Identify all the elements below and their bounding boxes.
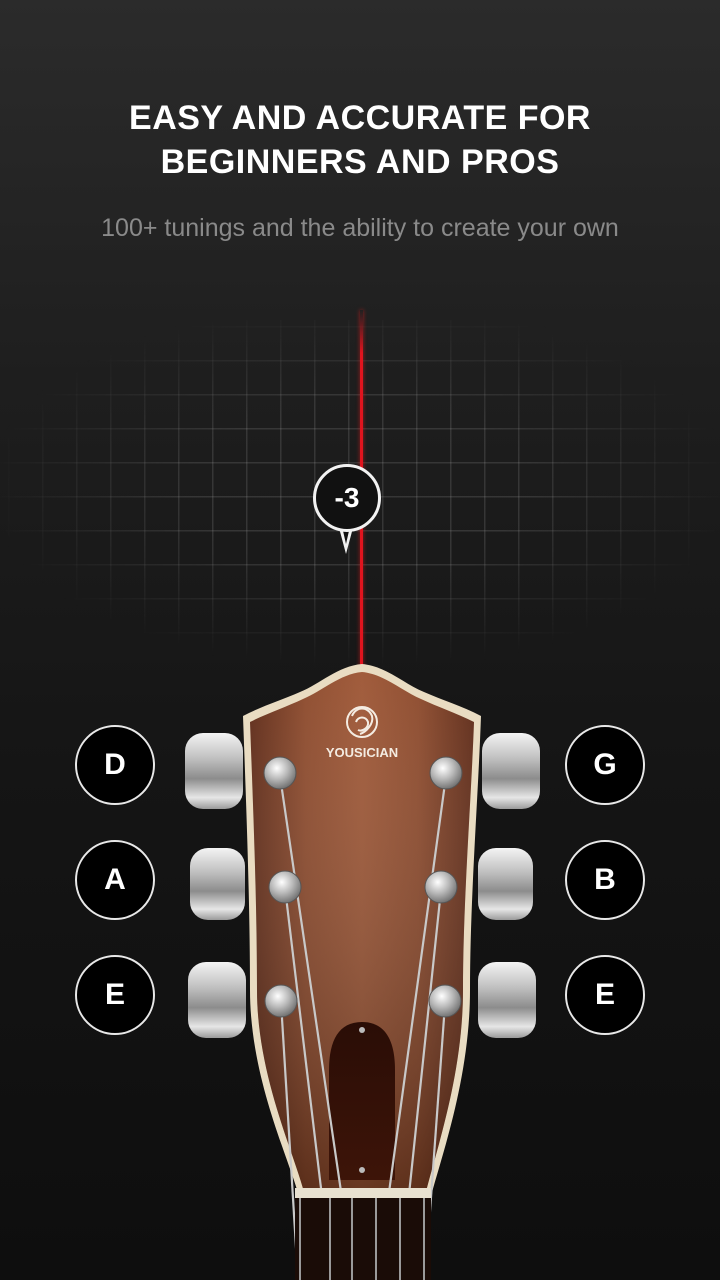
cents-indicator: -3 (313, 464, 381, 532)
string-button-e-low[interactable]: E (75, 955, 155, 1035)
string-button-g[interactable]: G (565, 725, 645, 805)
string-button-b[interactable]: B (565, 840, 645, 920)
tuner-keys-right (478, 733, 540, 1038)
string-button-e-high[interactable]: E (565, 955, 645, 1035)
string-button-a[interactable]: A (75, 840, 155, 920)
title-line-1: EASY AND ACCURATE FOR (129, 99, 591, 137)
brand-logo-text: YOUSICIAN (326, 745, 398, 760)
tuner-keys-left (185, 733, 246, 1038)
page-subtitle: 100+ tunings and the ability to create y… (101, 214, 619, 242)
title-line-2: BEGINNERS AND PROS (160, 143, 560, 181)
page-title: EASY AND ACCURATE FOR BEGINNERS AND PROS (0, 96, 720, 184)
string-button-d[interactable]: D (75, 725, 155, 805)
